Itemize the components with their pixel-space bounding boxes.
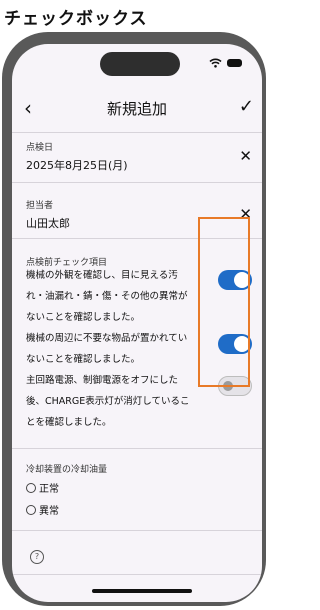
assignee-field[interactable]: 担当者 山田太郎 [26,198,70,231]
dynamic-island [100,52,180,76]
check-text-line: 機械の外観を確認し、目に見える汚 [26,270,178,281]
field-value: 山田太郎 [26,217,70,230]
help-icon[interactable]: ? [30,550,44,564]
status-bar [12,44,262,88]
radio-label: 正常 [39,484,59,495]
radio-option-normal[interactable]: 正常 [26,480,59,495]
radio-label: 異常 [39,506,59,517]
divider [12,530,262,531]
check-text-line: 後、CHARGE表示灯が消灯しているこ [26,396,190,407]
inspection-date-field[interactable]: 点検日 2025年8月25日(月) [26,140,128,173]
home-indicator [92,589,192,593]
radio-option-abnormal[interactable]: 異常 [26,502,59,517]
divider [12,448,262,449]
divider [12,132,262,133]
wifi-icon [209,58,222,68]
clear-date-icon[interactable]: ✕ [239,147,252,165]
radio-circle [26,504,36,515]
divider [12,182,262,183]
divider [12,574,262,575]
page-title: 新規追加 [106,100,167,118]
nav-bar: ‹ 新規追加 ✓ [12,88,262,132]
check-text-line: 主回路電源、制御電源をオフにした [26,375,179,386]
check-text-line: ないことを確認しました。 [26,312,141,323]
field-label: 点検日 [26,143,54,153]
check-text-line: れ・油漏れ・錆・傷・その他の異常が [26,291,188,302]
check-text-line: ないことを確認しました。 [26,354,141,365]
check-text-line: とを確認しました。 [26,417,112,428]
highlight-frame [198,217,250,387]
checklist-items: 機械の外観を確認し、目に見える汚 れ・油漏れ・錆・傷・その他の異常が ないことを… [26,265,204,433]
page-caption: チェックボックス [4,9,148,29]
status-icons [209,58,242,68]
battery-icon [227,59,242,67]
field-label: 担当者 [26,201,54,211]
check-text-line: 機械の周辺に不要な物品が置かれてい [26,333,188,344]
cooling-oil-label: 冷却装置の冷却油量 [26,465,108,475]
confirm-icon[interactable]: ✓ [239,96,254,117]
field-value: 2025年8月25日(月) [26,159,128,172]
radio-circle [26,482,36,493]
